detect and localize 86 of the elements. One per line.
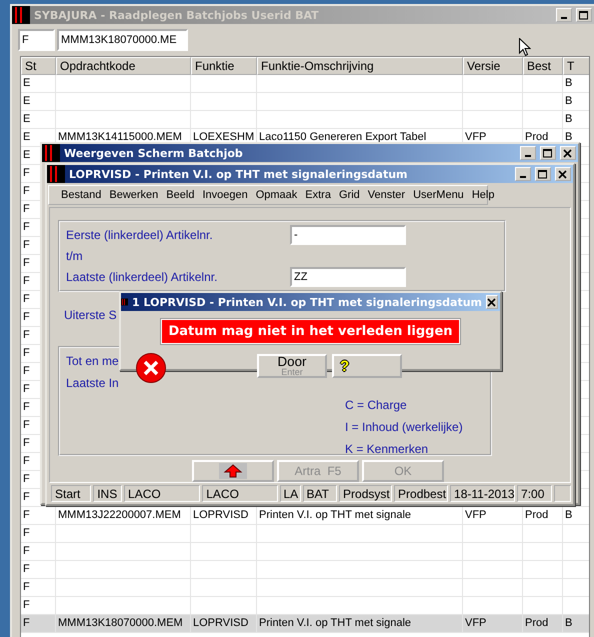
filter-field[interactable]: F — [18, 29, 55, 51]
status-pane — [554, 485, 572, 502]
app-logo-icon — [42, 144, 60, 162]
table-cell: Printen V.I. op THT met signale — [257, 615, 463, 633]
field-label: Laatste In — [66, 376, 119, 390]
table-row[interactable]: F — [21, 543, 589, 561]
table-row[interactable]: F — [21, 525, 589, 543]
status-pane: LACO — [202, 485, 278, 502]
status-pane: BAT — [302, 485, 338, 502]
field-label: Laatste (linkerdeel) Artikelnr. — [66, 270, 218, 284]
column-header[interactable]: Versie — [463, 57, 523, 75]
minimize-button[interactable] — [520, 146, 536, 160]
table-cell: VFP — [463, 615, 523, 633]
legend-text: C = Charge — [345, 398, 407, 412]
column-header[interactable]: Funktie — [191, 57, 257, 75]
maximize-button[interactable] — [540, 146, 556, 160]
menu-item[interactable]: Bewerken — [105, 189, 162, 201]
column-header[interactable]: Best — [523, 57, 563, 75]
filter-field[interactable]: MMM13K18070000.ME — [57, 29, 188, 51]
table-cell: Prod — [523, 615, 563, 633]
status-pane: LA — [280, 485, 300, 502]
status-pane: LACO — [124, 485, 200, 502]
field-label: t/m — [66, 248, 83, 262]
table-row[interactable]: F — [21, 597, 589, 615]
maximize-icon — [538, 170, 548, 178]
maximize-button[interactable] — [535, 167, 551, 181]
input-field[interactable]: ZZ — [290, 266, 406, 286]
table-row[interactable]: E B — [21, 111, 589, 129]
close-icon — [487, 298, 497, 306]
field-label: Eerste (linkerdeel) Artikelnr. — [66, 228, 213, 242]
column-header[interactable]: Funktie-Omschrijving — [257, 57, 463, 75]
minimize-button[interactable] — [515, 167, 531, 181]
table-cell: LOPRVISD — [191, 615, 257, 633]
status-pane: Start — [51, 485, 92, 502]
error-message: Datum mag niet in het verleden liggen — [161, 319, 460, 344]
close-icon — [558, 170, 568, 178]
table-cell: MMM13K18070000.MEM — [56, 615, 191, 633]
menu-item[interactable]: UserMenu — [409, 189, 468, 201]
status-pane: Prodsyst — [339, 485, 392, 502]
back-button[interactable] — [192, 460, 274, 482]
minimize-button[interactable] — [556, 8, 572, 22]
legend-text: K = Kenmerken — [345, 442, 428, 456]
window-title: LOPRVISD - Printen V.I. op THT met signaleringsdatum — [69, 168, 409, 180]
close-icon — [563, 148, 573, 158]
close-button[interactable] — [486, 295, 498, 309]
column-header[interactable]: T — [563, 57, 589, 75]
menu-item[interactable]: Invoegen — [198, 189, 252, 201]
legend-text: I = Inhoud (werkelijke) — [345, 420, 463, 434]
window-title: 1 LOPRVISD - Printen V.I. op THT met signaleringsdatum — [132, 296, 482, 308]
status-pane: 18-11-2013 — [450, 485, 516, 502]
table-row[interactable]: F MMM13K18070000.MEM LOPRVISD Printen V.I. op THT met signale VFP Prod B — [21, 615, 589, 633]
menu-item[interactable]: Help — [468, 189, 498, 201]
minimize-icon — [561, 17, 567, 19]
status-pane: 7:00 — [517, 485, 552, 502]
table-row[interactable]: F MMM13J22200007.MEM LOPRVISD Printen V.I. op THT met signale VFP Prod B — [21, 507, 589, 525]
close-button[interactable] — [555, 167, 571, 181]
table-cell: F — [21, 615, 56, 633]
field-label: Tot en me — [66, 354, 119, 368]
close-button[interactable] — [560, 146, 576, 160]
menu-item[interactable]: Extra — [301, 189, 335, 201]
maximize-icon — [543, 148, 553, 158]
app-logo-icon — [47, 165, 65, 183]
menu-item[interactable]: Beeld — [162, 189, 198, 201]
menu-item[interactable]: Venster — [364, 189, 410, 201]
table-cell: B — [563, 615, 589, 633]
menu-item[interactable]: Grid — [334, 189, 364, 201]
column-header[interactable]: Opdrachtkode — [56, 57, 191, 75]
window-title: Weergeven Scherm Batchjob — [64, 146, 244, 160]
status-pane: INS — [93, 485, 122, 502]
maximize-button[interactable] — [576, 8, 592, 22]
table-row[interactable]: E B — [21, 93, 589, 111]
menu-item[interactable]: Bestand — [57, 189, 106, 201]
minimize-icon — [520, 176, 526, 178]
field-label: Uiterste S — [64, 308, 117, 322]
table-row[interactable]: E B — [21, 75, 589, 93]
maximize-icon — [579, 10, 589, 20]
input-field[interactable]: - — [290, 224, 406, 244]
table-row[interactable]: F — [21, 579, 589, 597]
minimize-icon — [525, 155, 531, 157]
error-icon — [135, 352, 167, 384]
menu-item[interactable]: Opmaak — [252, 189, 302, 201]
continue-button[interactable]: Door Enter — [257, 354, 327, 378]
status-pane: Prodbest — [394, 485, 448, 502]
app-logo-icon — [12, 6, 30, 24]
column-header[interactable]: St — [21, 57, 56, 75]
table-row[interactable]: F — [21, 561, 589, 579]
